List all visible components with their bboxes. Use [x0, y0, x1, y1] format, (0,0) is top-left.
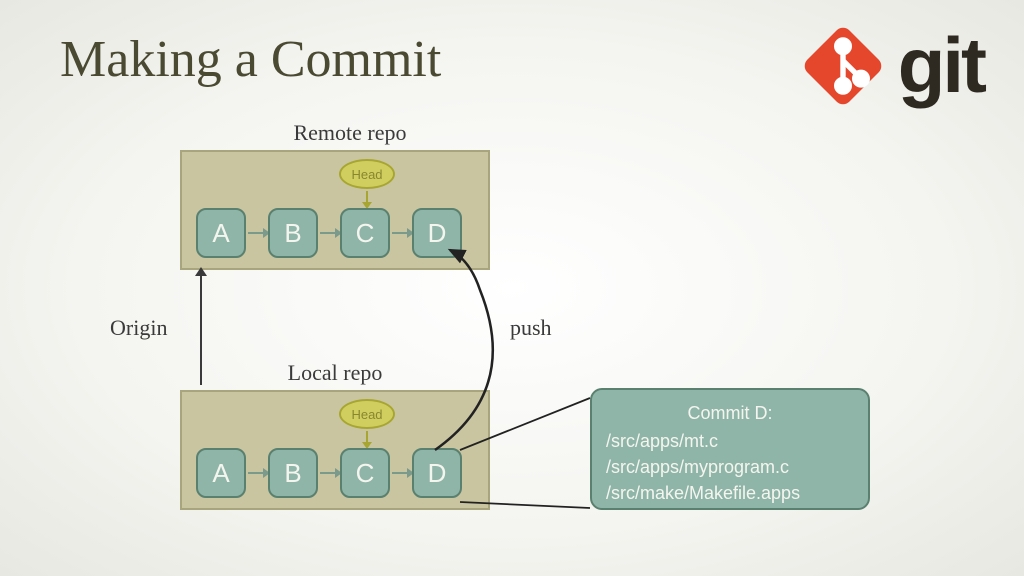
arrow-icon [392, 472, 408, 474]
remote-head-oval: Head [339, 159, 395, 189]
arrow-icon [248, 232, 264, 234]
commit-file: /src/make/Makefile.apps [606, 480, 854, 506]
remote-head-arrow [366, 191, 368, 203]
commit-file: /src/apps/mt.c [606, 428, 854, 454]
remote-commit-d: D [412, 208, 462, 258]
local-head-arrow [366, 431, 368, 443]
git-logo: git [798, 20, 984, 111]
git-logo-text: git [898, 20, 984, 111]
local-commit-b: B [268, 448, 318, 498]
commit-detail-box: Commit D: /src/apps/mt.c /src/apps/mypro… [590, 388, 870, 510]
arrow-icon [320, 472, 336, 474]
local-commit-a: A [196, 448, 246, 498]
remote-commit-b: B [268, 208, 318, 258]
remote-commit-c: C [340, 208, 390, 258]
local-head-oval: Head [339, 399, 395, 429]
arrow-icon [320, 232, 336, 234]
arrow-icon [248, 472, 264, 474]
local-commit-d: D [412, 448, 462, 498]
remote-commit-a: A [196, 208, 246, 258]
push-label: push [510, 315, 552, 341]
local-repo-label: Local repo [235, 360, 435, 386]
diagram-area: Remote repo Head A B C D Origin push Loc… [150, 110, 900, 560]
local-commit-c: C [340, 448, 390, 498]
remote-repo-label: Remote repo [250, 120, 450, 146]
slide-title: Making a Commit [60, 30, 441, 89]
commit-file: /src/apps/myprogram.c [606, 454, 854, 480]
arrow-icon [392, 232, 408, 234]
local-repo-box: Head A B C D [180, 390, 490, 510]
git-icon [798, 21, 888, 111]
origin-arrow [200, 275, 202, 385]
commit-detail-title: Commit D: [606, 400, 854, 426]
remote-repo-box: Head A B C D [180, 150, 490, 270]
origin-label: Origin [110, 315, 167, 341]
